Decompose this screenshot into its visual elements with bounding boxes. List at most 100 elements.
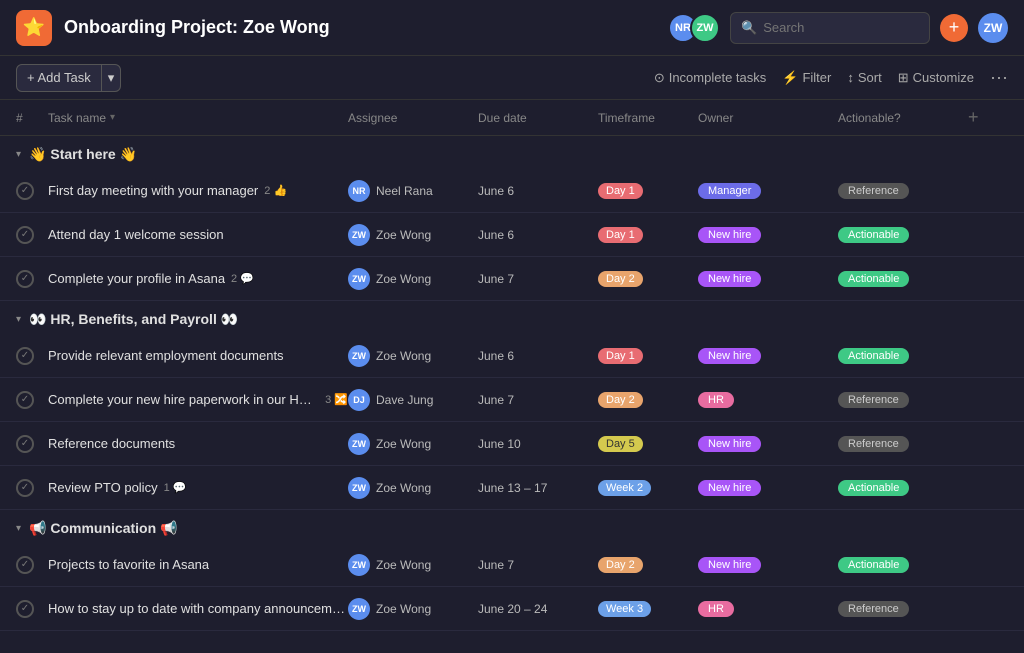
due-date: June 6 — [478, 349, 598, 363]
add-task-arrow[interactable]: ▾ — [101, 65, 121, 91]
timeframe-cell: Day 1 — [598, 182, 698, 199]
assignee-cell: ZW Zoe Wong — [348, 268, 478, 290]
actionable-cell: Reference — [838, 600, 968, 617]
col-owner: Owner — [698, 111, 838, 125]
search-bar[interactable]: 🔍 — [730, 12, 930, 44]
header: ⭐ Onboarding Project: Zoe Wong NR ZW 🔍 +… — [0, 0, 1024, 56]
filter-circle-icon: ⊙ — [654, 70, 665, 86]
filter-button[interactable]: ⚡ Filter — [782, 70, 831, 86]
actionable-cell: Actionable — [838, 347, 968, 364]
due-date: June 13 – 17 — [478, 481, 598, 495]
timeframe-cell: Day 5 — [598, 435, 698, 452]
task-name: Review PTO policy — [48, 480, 158, 495]
task-row[interactable]: ✓ First day meeting with your manager 2 … — [0, 169, 1024, 213]
task-badge: 3 🔀 — [325, 393, 348, 406]
assignee-cell: NR Neel Rana — [348, 180, 478, 202]
section-toggle-start[interactable]: ▾ — [16, 149, 21, 160]
assignee-avatar: ZW — [348, 554, 370, 576]
owner-cell: New hire — [698, 479, 838, 496]
task-name: Reference documents — [48, 436, 175, 451]
task-row[interactable]: ✓ Attend day 1 welcome session ZW Zoe Wo… — [0, 213, 1024, 257]
due-date: June 6 — [478, 228, 598, 242]
task-row[interactable]: ✓ Complete your profile in Asana 2 💬 ZW … — [0, 257, 1024, 301]
timeframe-cell: Week 3 — [598, 600, 698, 617]
task-checkbox[interactable]: ✓ — [16, 270, 34, 288]
due-date: June 7 — [478, 272, 598, 286]
actionable-badge: Reference — [838, 392, 909, 408]
assignee-name: Zoe Wong — [376, 228, 431, 242]
task-name: Complete your profile in Asana — [48, 271, 225, 286]
actionable-badge: Actionable — [838, 227, 909, 243]
sort-label: Sort — [858, 70, 882, 85]
task-row[interactable]: ✓ Provide relevant employment documents … — [0, 334, 1024, 378]
timeframe-cell: Day 2 — [598, 556, 698, 573]
assignee-name: Zoe Wong — [376, 481, 431, 495]
task-checkbox[interactable]: ✓ — [16, 226, 34, 244]
task-name-cell: Complete your profile in Asana 2 💬 — [48, 271, 348, 286]
owner-badge: New hire — [698, 436, 761, 452]
timeframe-badge: Day 2 — [598, 557, 643, 573]
assignee-cell: ZW Zoe Wong — [348, 477, 478, 499]
assignee-avatar: NR — [348, 180, 370, 202]
add-column-button[interactable]: + — [968, 107, 1008, 128]
toolbar: + Add Task ▾ ⊙ Incomplete tasks ⚡ Filter… — [0, 56, 1024, 100]
add-button[interactable]: + — [940, 14, 968, 42]
owner-cell: Manager — [698, 182, 838, 199]
task-name-cell: Projects to favorite in Asana — [48, 557, 348, 572]
task-checkbox[interactable]: ✓ — [16, 435, 34, 453]
assignee-cell: ZW Zoe Wong — [348, 224, 478, 246]
section-toggle-hr[interactable]: ▾ — [16, 314, 21, 325]
filter-status-label: Incomplete tasks — [669, 70, 767, 85]
assignee-name: Neel Rana — [376, 184, 433, 198]
table-container: # Task name ▾ Assignee Due date Timefram… — [0, 100, 1024, 653]
actionable-badge: Reference — [838, 601, 909, 617]
assignee-avatar: ZW — [348, 477, 370, 499]
add-task-label[interactable]: + Add Task — [17, 70, 101, 85]
owner-badge: HR — [698, 392, 734, 408]
sort-button[interactable]: ↕ Sort — [847, 70, 881, 85]
task-checkbox[interactable]: ✓ — [16, 182, 34, 200]
owner-badge: New hire — [698, 271, 761, 287]
task-name: First day meeting with your manager — [48, 183, 258, 198]
task-checkbox[interactable]: ✓ — [16, 556, 34, 574]
task-checkbox[interactable]: ✓ — [16, 479, 34, 497]
task-checkbox[interactable]: ✓ — [16, 600, 34, 618]
timeframe-cell: Day 1 — [598, 226, 698, 243]
assignee-avatar: ZW — [348, 268, 370, 290]
task-row[interactable]: ✓ How to stay up to date with company an… — [0, 587, 1024, 631]
assignee-avatar: ZW — [348, 345, 370, 367]
task-badge: 2 👍 — [264, 184, 287, 197]
task-name-cell: Attend day 1 welcome session — [48, 227, 348, 242]
customize-button[interactable]: ⊞ Customize — [898, 70, 974, 86]
section-title-hr: 👀 HR, Benefits, and Payroll 👀 — [29, 311, 238, 328]
timeframe-badge: Day 2 — [598, 271, 643, 287]
add-task-button[interactable]: + Add Task ▾ — [16, 64, 121, 92]
assignee-avatar: ZW — [348, 433, 370, 455]
task-checkbox[interactable]: ✓ — [16, 391, 34, 409]
task-row[interactable]: ✓ Projects to favorite in Asana ZW Zoe W… — [0, 543, 1024, 587]
task-row[interactable]: ✓ Complete your new hire paperwork in ou… — [0, 378, 1024, 422]
owner-cell: New hire — [698, 347, 838, 364]
task-row[interactable]: ✓ Reference documents ZW Zoe Wong June 1… — [0, 422, 1024, 466]
search-input[interactable] — [763, 20, 919, 35]
owner-badge: New hire — [698, 227, 761, 243]
timeframe-badge: Week 2 — [598, 480, 651, 496]
filter-icon: ⚡ — [782, 70, 798, 86]
app-icon: ⭐ — [16, 10, 52, 46]
task-row[interactable]: ✓ Review PTO policy 1 💬 ZW Zoe Wong June… — [0, 466, 1024, 510]
task-name: Provide relevant employment documents — [48, 348, 284, 363]
task-name-cell: Review PTO policy 1 💬 — [48, 480, 348, 495]
task-checkbox[interactable]: ✓ — [16, 347, 34, 365]
incomplete-tasks-filter[interactable]: ⊙ Incomplete tasks — [654, 70, 766, 86]
more-options-button[interactable]: ··· — [990, 67, 1008, 88]
owner-cell: New hire — [698, 435, 838, 452]
task-name-cell: How to stay up to date with company anno… — [48, 601, 348, 616]
owner-cell: HR — [698, 391, 838, 408]
assignee-avatar: DJ — [348, 389, 370, 411]
section-hr-benefits: ▾ 👀 HR, Benefits, and Payroll 👀 — [0, 301, 1024, 334]
actionable-cell: Reference — [838, 182, 968, 199]
section-toggle-comm[interactable]: ▾ — [16, 523, 21, 534]
customize-icon: ⊞ — [898, 70, 909, 86]
header-right: NR ZW 🔍 + ZW — [668, 12, 1008, 44]
owner-badge: HR — [698, 601, 734, 617]
